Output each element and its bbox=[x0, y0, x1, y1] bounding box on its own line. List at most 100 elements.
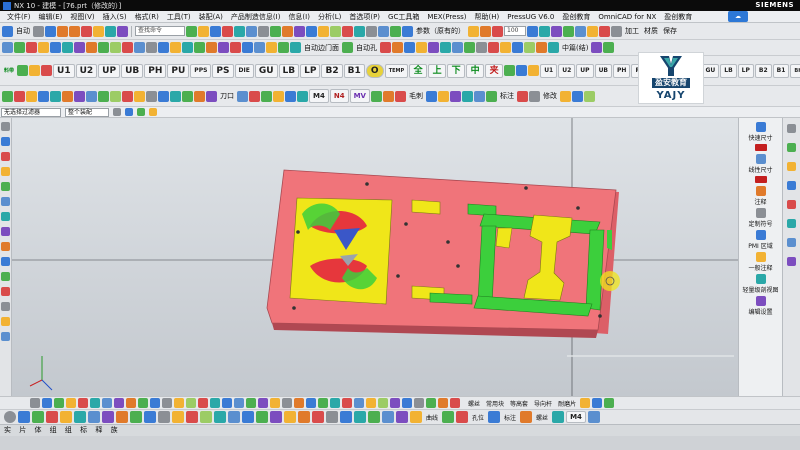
tool-icon[interactable] bbox=[14, 42, 25, 53]
menu-file[interactable]: 文件(F) bbox=[6, 12, 32, 22]
tool-icon[interactable] bbox=[242, 42, 253, 53]
save-icon[interactable] bbox=[45, 25, 56, 37]
menu-format[interactable]: 格式(R) bbox=[134, 12, 160, 22]
tool-icon[interactable] bbox=[1, 332, 10, 341]
tool-icon[interactable] bbox=[330, 398, 340, 408]
tool-icon[interactable] bbox=[30, 398, 40, 408]
tool-icon[interactable] bbox=[442, 411, 455, 423]
part-icon[interactable] bbox=[1, 167, 10, 176]
tool-icon[interactable] bbox=[512, 42, 523, 53]
zoom-select[interactable]: 100 bbox=[504, 26, 526, 36]
tool-icon[interactable] bbox=[74, 411, 86, 423]
tool-icon[interactable] bbox=[62, 42, 73, 53]
tool-icon[interactable] bbox=[473, 90, 485, 102]
strip-button[interactable]: 料带 bbox=[2, 68, 16, 74]
tool-icon[interactable] bbox=[366, 398, 376, 408]
tool-icon[interactable] bbox=[210, 398, 220, 408]
cut-icon[interactable] bbox=[81, 25, 92, 37]
tool-icon[interactable] bbox=[110, 90, 121, 102]
tool-icon[interactable] bbox=[520, 411, 533, 423]
tool-icon[interactable] bbox=[261, 90, 272, 102]
cutter-label[interactable]: 刀口 bbox=[218, 91, 236, 101]
tool-icon[interactable] bbox=[394, 90, 406, 102]
tool-icon[interactable] bbox=[138, 398, 148, 408]
tool-icon[interactable] bbox=[126, 398, 136, 408]
b2-button[interactable]: B2 bbox=[321, 63, 343, 78]
tool-icon[interactable] bbox=[468, 25, 479, 37]
tool-icon[interactable] bbox=[592, 398, 603, 408]
copy-icon[interactable] bbox=[93, 25, 104, 37]
tool-icon[interactable] bbox=[18, 411, 30, 423]
hole-position-label[interactable]: 孔位 bbox=[470, 413, 486, 422]
tool-icon[interactable] bbox=[368, 411, 380, 423]
role-icon[interactable] bbox=[1, 257, 10, 266]
up-small-button[interactable]: UP bbox=[576, 63, 594, 78]
lightweight-section-button[interactable]: 轻量级剖视图 bbox=[739, 274, 783, 294]
menu-pmi[interactable]: 产品制造信息(I) bbox=[230, 12, 282, 22]
tool-icon[interactable] bbox=[54, 398, 64, 408]
m4-bottom-button[interactable]: M4 bbox=[566, 411, 586, 423]
tool-icon[interactable] bbox=[382, 90, 394, 102]
navigator-icon[interactable] bbox=[1, 137, 10, 146]
tool-icon[interactable] bbox=[78, 398, 88, 408]
tool-icon[interactable] bbox=[294, 25, 305, 37]
tool-icon[interactable] bbox=[194, 42, 205, 53]
o-button[interactable]: O bbox=[365, 63, 384, 78]
tool-icon[interactable] bbox=[122, 42, 133, 53]
gear-icon[interactable] bbox=[1, 122, 10, 131]
tool-icon[interactable] bbox=[390, 25, 401, 37]
tool-icon[interactable] bbox=[318, 398, 328, 408]
tool-icon[interactable] bbox=[528, 90, 540, 102]
menu-yingchuang-1[interactable]: 盈创教育 bbox=[561, 12, 591, 22]
gu-button[interactable]: GU bbox=[254, 63, 278, 78]
lower-button[interactable]: 下 bbox=[447, 63, 466, 78]
tool-icon[interactable] bbox=[524, 42, 535, 53]
tool-icon[interactable] bbox=[246, 25, 257, 37]
tool-icon[interactable] bbox=[186, 411, 198, 423]
tool-icon[interactable] bbox=[198, 398, 208, 408]
tool-icon[interactable] bbox=[26, 90, 37, 102]
menu-help[interactable]: 帮助(H) bbox=[474, 12, 501, 22]
lb-small-button[interactable]: LB bbox=[720, 63, 737, 78]
green-block[interactable] bbox=[429, 292, 473, 305]
m4-button[interactable]: M4 bbox=[309, 89, 329, 103]
auto-edge-label[interactable]: 自动边门面 bbox=[302, 43, 341, 53]
temp-button[interactable]: TEMP bbox=[384, 63, 409, 78]
tool-icon[interactable] bbox=[591, 42, 603, 53]
tool-icon[interactable] bbox=[200, 411, 212, 423]
tool-icon[interactable] bbox=[266, 42, 277, 53]
tool-icon[interactable] bbox=[599, 25, 610, 37]
tool-icon[interactable] bbox=[66, 398, 76, 408]
menu-mex-press[interactable]: MEX(Press) bbox=[426, 13, 467, 21]
filter-tool-icon[interactable] bbox=[137, 108, 145, 116]
template-icon[interactable] bbox=[1, 227, 10, 236]
tool-icon[interactable] bbox=[158, 411, 170, 423]
tool-icon[interactable] bbox=[354, 398, 364, 408]
ub-button[interactable]: UB bbox=[121, 63, 144, 78]
up-button[interactable]: UP bbox=[98, 63, 121, 78]
undo-icon[interactable] bbox=[57, 25, 68, 37]
circle-icon[interactable] bbox=[4, 411, 16, 423]
tool-icon[interactable] bbox=[98, 90, 109, 102]
tool-icon[interactable] bbox=[2, 42, 13, 53]
tool-icon[interactable] bbox=[14, 90, 25, 102]
tool-icon[interactable] bbox=[414, 398, 424, 408]
arrow-button[interactable] bbox=[739, 176, 783, 184]
gu-small-button[interactable]: GU bbox=[701, 63, 720, 78]
tool-icon[interactable] bbox=[548, 42, 559, 53]
tool-icon[interactable] bbox=[114, 398, 124, 408]
tool-icon[interactable] bbox=[456, 411, 469, 423]
tool-icon[interactable] bbox=[306, 25, 317, 37]
tool-icon[interactable] bbox=[258, 25, 269, 37]
tool-icon[interactable] bbox=[237, 90, 248, 102]
history-icon[interactable] bbox=[1, 212, 10, 221]
tool-icon[interactable] bbox=[206, 90, 217, 102]
tool-icon[interactable] bbox=[42, 398, 52, 408]
assembly-icon[interactable] bbox=[1, 152, 10, 161]
tool-icon[interactable] bbox=[50, 42, 61, 53]
tool-icon[interactable] bbox=[326, 411, 338, 423]
tool-icon[interactable] bbox=[218, 42, 229, 53]
save-label[interactable]: 保存 bbox=[661, 26, 679, 36]
tool-icon[interactable] bbox=[130, 411, 142, 423]
tool-icon[interactable] bbox=[488, 411, 501, 423]
